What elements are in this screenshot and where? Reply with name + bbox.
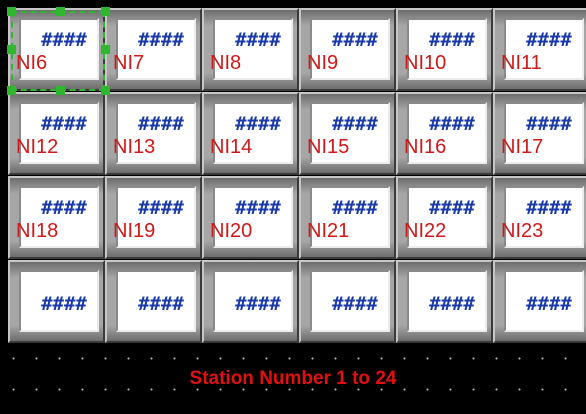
numeric-value: #### [235, 197, 281, 219]
footer-panel: Station Number 1 to 24 [0, 350, 586, 414]
value-display: #### [310, 270, 390, 332]
station-cell[interactable]: #### NI20 [202, 176, 299, 259]
station-label: NI18 [16, 220, 59, 242]
station-cell[interactable]: #### [8, 260, 105, 343]
station-cell[interactable]: #### NI12 [8, 92, 105, 175]
station-cell[interactable]: #### NI13 [105, 92, 202, 175]
numeric-value: #### [332, 29, 378, 51]
numeric-value: #### [138, 197, 184, 219]
numeric-value: #### [41, 113, 87, 135]
station-cell[interactable]: #### NI22 [396, 176, 493, 259]
selection-handle-bottom-left[interactable] [7, 86, 16, 95]
station-label: NI14 [210, 136, 253, 158]
station-label: NI6 [16, 52, 48, 74]
station-label: NI15 [307, 136, 350, 158]
numeric-value: #### [526, 197, 572, 219]
selection-handle-top-right[interactable] [101, 7, 110, 16]
station-cell[interactable]: #### NI10 [396, 8, 493, 91]
station-label: NI19 [113, 220, 156, 242]
station-label: NI16 [404, 136, 447, 158]
numeric-value: #### [526, 29, 572, 51]
station-cell[interactable]: #### NI23 [493, 176, 586, 259]
numeric-value: #### [332, 113, 378, 135]
station-cell[interactable]: #### NI7 [105, 8, 202, 91]
numeric-value: #### [235, 113, 281, 135]
value-display: #### [213, 270, 293, 332]
station-cell[interactable]: #### NI21 [299, 176, 396, 259]
numeric-value: #### [41, 29, 87, 51]
station-label: NI10 [404, 52, 447, 74]
value-display: #### [19, 270, 99, 332]
station-label: NI22 [404, 220, 447, 242]
value-display: #### [116, 270, 196, 332]
selection-handle-left[interactable] [7, 45, 16, 54]
numeric-value: #### [429, 113, 475, 135]
station-label: NI8 [210, 52, 242, 74]
numeric-value: #### [138, 29, 184, 51]
selection-handle-bottom[interactable] [56, 86, 65, 95]
station-cell[interactable]: #### NI16 [396, 92, 493, 175]
numeric-value: #### [41, 293, 87, 315]
selection-handle-top-left[interactable] [7, 7, 16, 16]
station-cell[interactable]: #### [493, 260, 586, 343]
numeric-value: #### [332, 197, 378, 219]
station-label: NI7 [113, 52, 145, 74]
numeric-value: #### [235, 29, 281, 51]
station-label: NI20 [210, 220, 253, 242]
hmi-canvas: #### NI6 #### NI7 #### NI8 #### NI9 #### NI10 ####… [0, 0, 586, 414]
numeric-value: #### [138, 113, 184, 135]
station-cell[interactable]: #### NI18 [8, 176, 105, 259]
station-cell[interactable]: #### NI8 [202, 8, 299, 91]
station-grid: #### NI6 #### NI7 #### NI8 #### NI9 #### NI10 ####… [8, 8, 586, 344]
station-label: NI21 [307, 220, 350, 242]
numeric-value: #### [429, 293, 475, 315]
station-cell[interactable]: #### [202, 260, 299, 343]
value-display: #### [504, 270, 584, 332]
numeric-value: #### [526, 113, 572, 135]
station-label: NI23 [501, 220, 544, 242]
numeric-value: #### [332, 293, 378, 315]
selection-handle-right[interactable] [101, 45, 110, 54]
footer-title: Station Number 1 to 24 [189, 368, 397, 389]
selection-handle-top[interactable] [56, 7, 65, 16]
station-cell[interactable]: #### NI11 [493, 8, 586, 91]
station-label: NI12 [16, 136, 59, 158]
station-cell[interactable]: #### [299, 260, 396, 343]
station-label: NI17 [501, 136, 544, 158]
station-label: NI9 [307, 52, 339, 74]
station-cell[interactable]: #### [105, 260, 202, 343]
station-cell[interactable]: #### NI17 [493, 92, 586, 175]
numeric-value: #### [235, 293, 281, 315]
station-cell[interactable]: #### NI14 [202, 92, 299, 175]
numeric-value: #### [429, 197, 475, 219]
numeric-value: #### [138, 293, 184, 315]
station-cell[interactable]: #### NI15 [299, 92, 396, 175]
station-cell[interactable]: #### NI9 [299, 8, 396, 91]
station-label: NI13 [113, 136, 156, 158]
numeric-value: #### [429, 29, 475, 51]
station-label: NI11 [501, 52, 542, 74]
station-cell[interactable]: #### NI19 [105, 176, 202, 259]
value-display: #### [407, 270, 487, 332]
station-cell[interactable]: #### NI6 [8, 8, 105, 91]
station-cell[interactable]: #### [396, 260, 493, 343]
numeric-value: #### [41, 197, 87, 219]
selection-handle-bottom-right[interactable] [101, 86, 110, 95]
numeric-value: #### [526, 293, 572, 315]
